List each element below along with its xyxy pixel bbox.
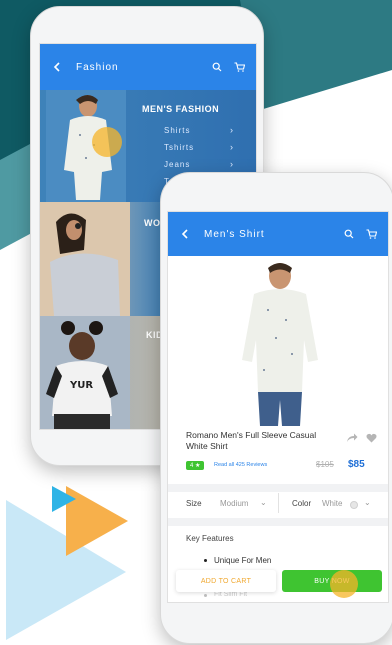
divider xyxy=(168,484,388,492)
share-icon[interactable] xyxy=(346,430,358,448)
product-screen: Men's Shirt Romano Men's Full Sleeve Cas… xyxy=(167,211,389,603)
fashion-header: Fashion xyxy=(40,44,256,90)
svg-text:YUR: YUR xyxy=(69,380,93,391)
chevron-down-icon: ⌄ xyxy=(364,498,371,507)
subcategory-jeans[interactable]: Jeans xyxy=(164,160,190,169)
product-image xyxy=(242,263,318,426)
category-title-mens: MEN'S FASHION xyxy=(142,104,220,114)
triangle-orange-icon xyxy=(66,486,128,556)
features-heading: Key Features xyxy=(186,534,234,543)
color-swatch xyxy=(350,501,358,509)
back-arrow-icon[interactable] xyxy=(50,60,64,74)
current-price: $85 xyxy=(348,459,365,470)
fashion-title: Fashion xyxy=(76,61,119,73)
size-select[interactable]: Modium xyxy=(220,499,248,508)
female-model-photo xyxy=(40,202,130,316)
feature-bullet-icon xyxy=(204,594,207,597)
feature-item: Unique For Men xyxy=(214,556,272,565)
feature-bullet-icon xyxy=(204,559,207,562)
cart-icon[interactable] xyxy=(232,60,246,74)
chevron-right-icon: › xyxy=(230,142,233,152)
option-divider xyxy=(278,493,279,513)
phone-product: Men's Shirt Romano Men's Full Sleeve Cas… xyxy=(160,172,392,644)
color-label: Color xyxy=(292,499,312,508)
subcategory-shirts[interactable]: Shirts xyxy=(164,126,190,135)
divider xyxy=(168,518,388,526)
color-select[interactable]: White xyxy=(322,499,342,508)
size-label: Size xyxy=(186,499,202,508)
reviews-link[interactable]: Read all 425 Reviews xyxy=(214,462,267,468)
chevron-right-icon: › xyxy=(230,159,233,169)
feature-item: Fit Slim Fit xyxy=(214,591,248,598)
search-icon[interactable] xyxy=(342,227,356,241)
product-header-title: Men's Shirt xyxy=(204,228,265,240)
cart-icon[interactable] xyxy=(364,227,378,241)
old-price: $105 xyxy=(316,460,334,469)
back-arrow-icon[interactable] xyxy=(178,227,192,241)
add-to-cart-button[interactable]: ADD TO CART xyxy=(176,570,276,592)
chevron-right-icon: › xyxy=(230,125,233,135)
product-header: Men's Shirt xyxy=(168,212,388,256)
category-title-womens: WO xyxy=(144,218,161,228)
chevron-down-icon: ⌄ xyxy=(260,498,267,507)
rating-badge: 4 ★ xyxy=(186,461,205,470)
subcategory-tshirts[interactable]: Tshirts xyxy=(164,143,194,152)
kid-model-photo: YUR xyxy=(40,316,130,429)
product-name: Romano Men's Full Sleeve Casual White Sh… xyxy=(186,430,317,451)
search-icon[interactable] xyxy=(210,60,224,74)
tap-indicator xyxy=(330,570,358,598)
tap-indicator xyxy=(92,127,122,157)
heart-icon[interactable] xyxy=(366,430,377,448)
